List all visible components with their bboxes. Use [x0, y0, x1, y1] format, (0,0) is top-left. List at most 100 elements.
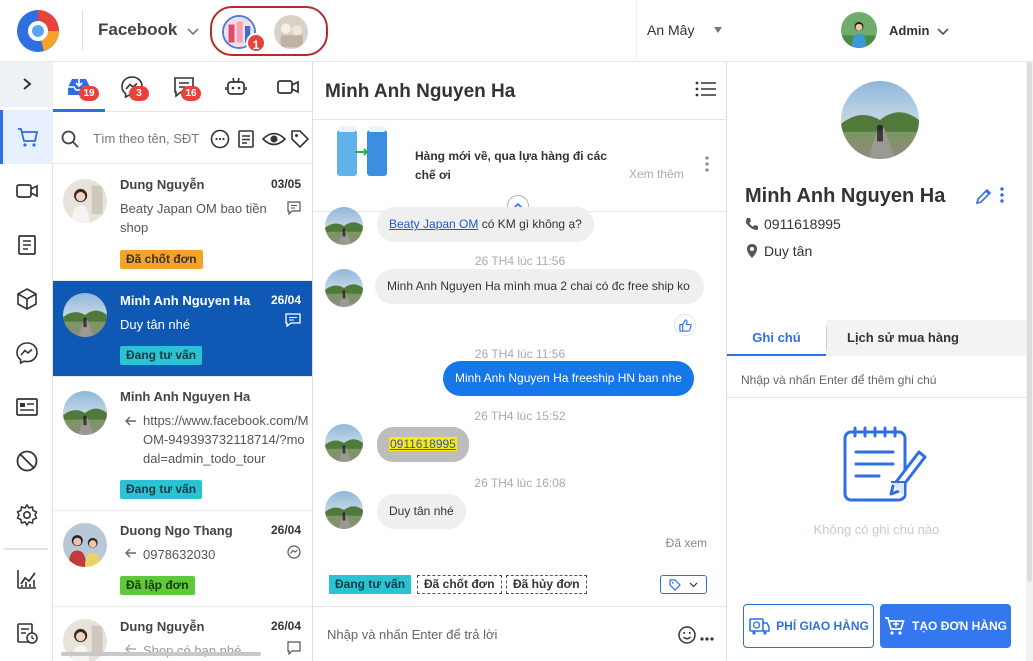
tag-picker-button[interactable]	[660, 575, 707, 594]
chart-icon	[16, 570, 36, 589]
tab-video[interactable]	[263, 62, 312, 112]
clock-doc-icon	[16, 623, 38, 644]
like-button[interactable]	[674, 314, 696, 336]
conversation-item[interactable]: Dung Nguyễn 03/05 Beaty Japan OM bao tiề…	[53, 165, 312, 281]
rail-customers[interactable]	[0, 380, 53, 434]
scrollbar-thumb[interactable]	[1027, 62, 1032, 582]
tag-closed-order[interactable]: Đã chốt đơn	[417, 575, 502, 594]
message-link[interactable]: Beaty Japan OM	[389, 217, 478, 231]
rail-products[interactable]	[0, 272, 53, 326]
cart-plus-icon	[885, 617, 905, 635]
rail-messenger[interactable]	[0, 326, 53, 380]
tab-bot[interactable]	[211, 62, 263, 112]
shop-selector[interactable]: An Mây	[647, 22, 694, 38]
status-badge: Đang tư vấn	[120, 346, 203, 365]
page-switcher[interactable]: 1	[210, 6, 328, 56]
last-message: Beaty Japan OM bao tiền shop	[120, 201, 267, 235]
tag-consulting[interactable]: Đang tư vấn	[329, 575, 412, 594]
horizontal-scrollbar[interactable]	[61, 652, 261, 656]
page-avatar[interactable]	[274, 15, 308, 49]
customer-avatar	[325, 269, 363, 307]
emoji-icon[interactable]	[677, 624, 715, 646]
rail-blocked[interactable]	[0, 434, 53, 488]
page-notification-badge: 1	[246, 33, 266, 53]
more-vertical-icon[interactable]	[704, 155, 710, 173]
rail-video[interactable]	[0, 164, 53, 218]
customer-avatar	[325, 424, 363, 462]
chevron-down-icon[interactable]	[936, 24, 950, 38]
tab-all-inbox[interactable]: 19	[53, 62, 105, 112]
see-more-link[interactable]: Xem thêm	[629, 167, 684, 181]
status-badge: Đang tư vấn	[120, 480, 203, 499]
ban-icon	[16, 450, 37, 472]
user-avatar[interactable]	[841, 12, 877, 48]
chevron-down-icon	[689, 582, 698, 588]
note-input[interactable]	[741, 370, 1011, 390]
order-filter-icon[interactable]	[236, 129, 256, 149]
message-text: có KM gì không ạ?	[478, 217, 582, 231]
rail-history[interactable]	[0, 606, 53, 660]
outgoing-message: Minh Anh Nguyen Ha freeship HN ban nhe	[443, 361, 694, 396]
message-timestamp: 26 TH4 lúc 11:56	[474, 347, 566, 361]
tab-comments[interactable]: 16	[159, 62, 211, 112]
customer-avatar	[63, 523, 107, 567]
message-input[interactable]	[327, 623, 667, 645]
rail-reports[interactable]	[0, 552, 53, 606]
thumbs-up-icon	[679, 319, 692, 332]
incoming-message: 0911618995	[377, 427, 469, 462]
last-message: 0978632030	[143, 547, 216, 562]
chevron-down-icon[interactable]	[186, 24, 200, 38]
incoming-message: Beaty Japan OM có KM gì không ạ?	[377, 207, 594, 242]
divider	[826, 326, 827, 350]
tag-cancelled-order[interactable]: Đã hủy đơn	[506, 575, 587, 594]
conversation-search	[53, 112, 312, 164]
box-icon	[16, 288, 37, 310]
rail-documents[interactable]	[0, 218, 53, 272]
chevron-right-icon	[23, 78, 32, 90]
shipping-fee-label: PHÍ GIAO HÀNG	[776, 619, 869, 633]
tab-purchase-history[interactable]: Lịch sử mua hàng	[847, 320, 959, 356]
user-name[interactable]: Admin	[889, 23, 929, 38]
video-icon	[277, 80, 299, 94]
create-order-button[interactable]: TẠO ĐƠN HÀNG	[880, 604, 1011, 648]
count-badge: 19	[79, 86, 99, 101]
app-logo[interactable]	[14, 7, 62, 55]
message-timestamp: 26 TH4 lúc 16:08	[474, 476, 566, 490]
list-menu-icon[interactable]	[695, 80, 717, 98]
shipping-icon	[749, 618, 770, 635]
phone-link[interactable]: 0911618995	[389, 437, 457, 451]
platform-selector[interactable]: Facebook	[98, 20, 177, 40]
customer-avatar-large	[841, 81, 919, 159]
caret-down-icon[interactable]	[714, 27, 722, 33]
conversation-item[interactable]: Minh Anh Nguyen Ha 26/04 Duy tân nhé Đan…	[53, 281, 312, 377]
gear-icon	[15, 503, 38, 527]
rail-settings[interactable]	[0, 488, 53, 542]
divider	[4, 548, 48, 550]
conversation-date: 26/04	[270, 293, 301, 307]
count-badge: 3	[129, 86, 149, 101]
video-icon	[15, 184, 38, 198]
divider	[636, 0, 637, 62]
search-icon[interactable]	[61, 130, 79, 148]
tab-messenger[interactable]: 3	[107, 62, 159, 112]
shipping-fee-button[interactable]: PHÍ GIAO HÀNG	[743, 604, 874, 648]
conversation-item[interactable]: Duong Ngo Thang 26/04 0978632030 Đã lập …	[53, 511, 312, 607]
search-input[interactable]	[93, 126, 201, 150]
expand-rail-button[interactable]	[0, 62, 53, 107]
conversation-item[interactable]: Minh Anh Nguyen Ha https://www.facebook.…	[53, 377, 312, 511]
chat-header: Minh Anh Nguyen Ha	[313, 62, 727, 120]
vertical-scrollbar[interactable]	[1026, 62, 1033, 661]
pencil-icon[interactable]	[975, 187, 993, 205]
chat-filter-icon[interactable]	[210, 129, 230, 149]
cart-icon	[18, 128, 39, 147]
customer-address: Duy tân	[764, 243, 813, 259]
eye-icon[interactable]	[262, 131, 286, 147]
location-pin-icon	[747, 244, 757, 258]
messenger-icon	[15, 342, 38, 365]
tag-icon[interactable]	[290, 129, 310, 149]
tab-notes[interactable]: Ghi chú	[727, 320, 826, 356]
more-vertical-icon[interactable]	[999, 186, 1005, 204]
customer-phone[interactable]: 0911618995	[764, 216, 841, 232]
rail-orders[interactable]	[0, 110, 53, 164]
composer	[313, 606, 727, 661]
